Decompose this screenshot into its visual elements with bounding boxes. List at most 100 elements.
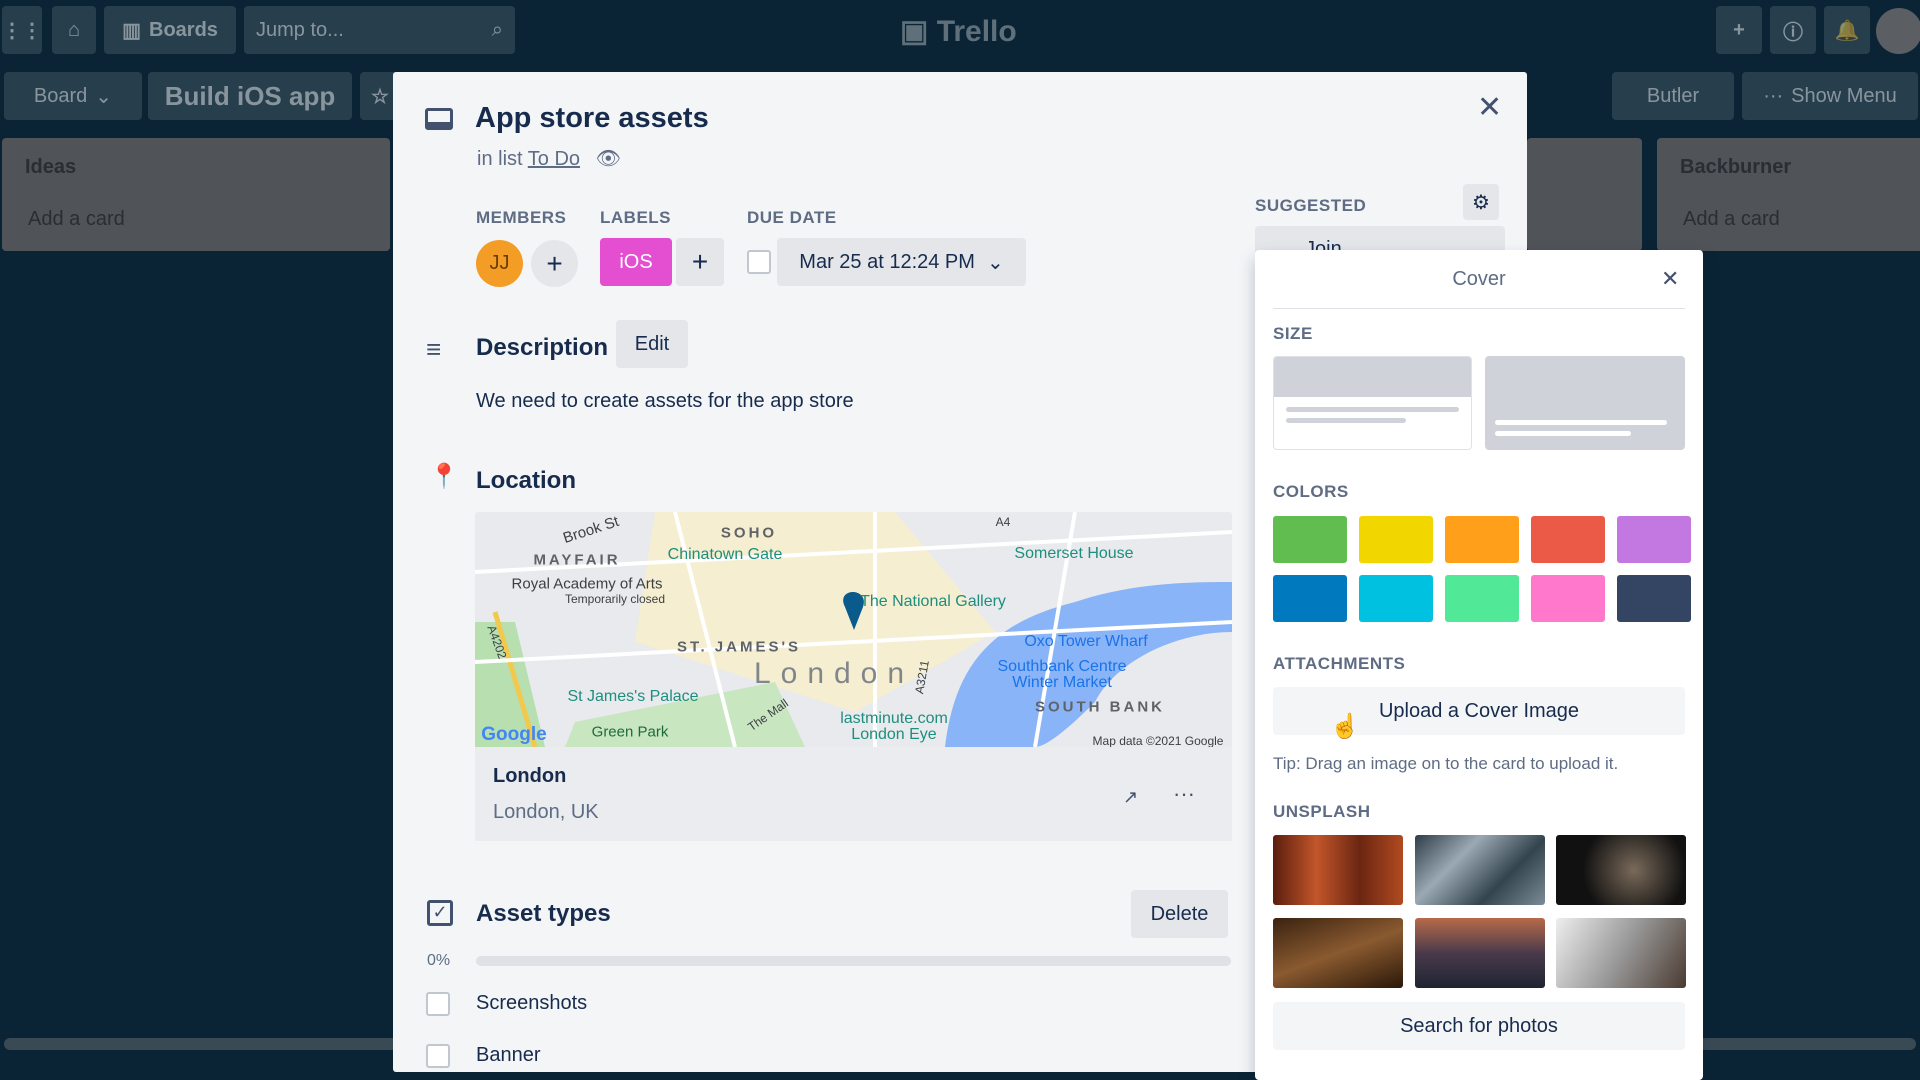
boards-button[interactable]: ▥ Boards bbox=[104, 6, 236, 54]
checklist-item-checkbox[interactable] bbox=[426, 992, 450, 1016]
cover-title: Cover bbox=[1452, 268, 1506, 290]
suggested-label: SUGGESTED bbox=[1255, 196, 1367, 215]
add-card-button[interactable]: Add a card bbox=[1683, 208, 1780, 231]
board-view-label: Board bbox=[33, 84, 88, 107]
board-view-button[interactable]: Board ⌄ bbox=[4, 72, 142, 120]
home-button[interactable]: ⌂ bbox=[52, 6, 96, 54]
location-title: Location bbox=[476, 467, 576, 494]
description-text[interactable]: We need to create assets for the app sto… bbox=[476, 390, 854, 413]
home-icon: ⌂ bbox=[67, 18, 81, 41]
label-ios[interactable]: iOS bbox=[600, 238, 672, 286]
card-icon bbox=[425, 108, 453, 130]
search-icon: ⌕ bbox=[491, 18, 503, 41]
search-placeholder: Jump to... bbox=[256, 18, 344, 41]
search-input[interactable]: Jump to... ⌕ bbox=[244, 6, 515, 54]
list-backburner: Backburner Add a card bbox=[1657, 138, 1920, 251]
notifications-button[interactable]: 🔔 bbox=[1824, 6, 1870, 54]
boards-label: Boards bbox=[149, 18, 218, 41]
checklist-item-checkbox[interactable] bbox=[426, 1044, 450, 1068]
open-external-icon[interactable]: ↗ bbox=[1123, 787, 1138, 808]
chevron-down-icon: ⌄ bbox=[986, 251, 1004, 274]
size-label: SIZE bbox=[1273, 324, 1313, 343]
unsplash-photo[interactable] bbox=[1415, 835, 1545, 905]
location-info[interactable]: London London, UK ↗ ··· bbox=[475, 747, 1232, 841]
list-title: Backburner bbox=[1680, 156, 1792, 178]
member-avatar[interactable]: JJ bbox=[476, 240, 523, 287]
color-swatch[interactable] bbox=[1359, 575, 1433, 622]
add-member-button[interactable]: + bbox=[531, 240, 578, 287]
map-label: MAYFAIR bbox=[533, 551, 621, 569]
map-label: Temporarily closed bbox=[564, 592, 666, 606]
avatar[interactable] bbox=[1876, 8, 1920, 54]
checklist-item[interactable]: Screenshots bbox=[476, 992, 587, 1015]
cover-popover: Cover ✕ SIZE COLORS ATTACHMENTS Upload a… bbox=[1255, 250, 1703, 1080]
description-icon: ≡ bbox=[426, 334, 442, 364]
cover-preview bbox=[1274, 357, 1471, 397]
map[interactable]: Brook St SOHO MAYFAIR Chinatown Gate Roy… bbox=[475, 512, 1232, 747]
create-button[interactable]: + bbox=[1716, 6, 1762, 54]
butler-button[interactable]: Butler bbox=[1612, 72, 1734, 120]
delete-checklist-button[interactable]: Delete bbox=[1131, 890, 1228, 938]
color-swatch[interactable] bbox=[1531, 575, 1605, 622]
unsplash-photo[interactable] bbox=[1273, 835, 1403, 905]
unsplash-photo[interactable] bbox=[1556, 835, 1686, 905]
info-icon: ⓘ bbox=[1783, 21, 1803, 44]
location-name: London bbox=[493, 765, 567, 787]
due-date-value: Mar 25 at 12:24 PM bbox=[799, 250, 975, 273]
list-link[interactable]: To Do bbox=[528, 148, 580, 170]
color-swatch[interactable] bbox=[1273, 516, 1347, 563]
more-options-icon[interactable]: ··· bbox=[1173, 781, 1195, 807]
show-menu-button[interactable]: ··· Show Menu bbox=[1742, 72, 1918, 120]
map-label: A4 bbox=[995, 515, 1011, 529]
color-swatch[interactable] bbox=[1617, 575, 1691, 622]
color-swatch[interactable] bbox=[1531, 516, 1605, 563]
divider bbox=[1273, 308, 1685, 309]
color-swatch[interactable] bbox=[1359, 516, 1433, 563]
search-photos-button[interactable]: Search for photos bbox=[1273, 1002, 1685, 1050]
line bbox=[1495, 431, 1631, 436]
mouse-cursor: ☝ bbox=[1330, 713, 1360, 740]
checklist-progress-bar bbox=[476, 956, 1231, 966]
edit-description-button[interactable]: Edit bbox=[616, 320, 688, 368]
chevron-down-icon: ⌄ bbox=[95, 85, 113, 108]
map-label: London bbox=[753, 657, 915, 690]
color-swatch[interactable] bbox=[1445, 516, 1519, 563]
size-option-full[interactable] bbox=[1485, 356, 1685, 450]
color-swatch[interactable] bbox=[1273, 575, 1347, 622]
list-hidden bbox=[1527, 138, 1642, 251]
add-card-button[interactable]: Add a card bbox=[28, 208, 125, 231]
info-button[interactable]: ⓘ bbox=[1770, 6, 1816, 54]
close-icon[interactable]: ✕ bbox=[1477, 90, 1502, 125]
due-complete-checkbox[interactable] bbox=[747, 250, 771, 274]
line bbox=[1286, 407, 1459, 412]
upload-tip: Tip: Drag an image on to the card to upl… bbox=[1273, 754, 1619, 773]
watch-eye-icon[interactable]: 👁 bbox=[596, 148, 621, 170]
map-label: Chinatown Gate bbox=[667, 546, 783, 563]
unsplash-photo[interactable] bbox=[1556, 918, 1686, 988]
bell-icon: 🔔 bbox=[1834, 19, 1860, 42]
board-name[interactable]: Build iOS app bbox=[148, 72, 352, 120]
color-swatch[interactable] bbox=[1445, 575, 1519, 622]
boards-icon: ▥ bbox=[122, 19, 141, 42]
suggested-settings-button[interactable]: ⚙ bbox=[1463, 184, 1499, 220]
unsplash-photo[interactable] bbox=[1415, 918, 1545, 988]
apps-button[interactable]: ⋮⋮ bbox=[2, 6, 42, 54]
description-title: Description bbox=[476, 334, 609, 361]
close-icon[interactable]: ✕ bbox=[1661, 266, 1679, 292]
map-attribution: Map data ©2021 Google bbox=[1092, 734, 1224, 747]
attachments-label: ATTACHMENTS bbox=[1273, 654, 1406, 673]
checklist-progress-percent: 0% bbox=[427, 952, 451, 969]
unsplash-photo[interactable] bbox=[1273, 918, 1403, 988]
checklist-title: Asset types bbox=[476, 900, 611, 927]
due-date-button[interactable]: Mar 25 at 12:24 PM ⌄ bbox=[777, 238, 1026, 286]
in-list-prefix: in list bbox=[477, 148, 523, 170]
line bbox=[1495, 420, 1667, 425]
show-menu-label: Show Menu bbox=[1791, 84, 1897, 107]
color-swatch[interactable] bbox=[1617, 516, 1691, 563]
list-title: Ideas bbox=[25, 156, 77, 178]
size-option-top[interactable] bbox=[1273, 356, 1472, 450]
add-label-button[interactable]: + bbox=[676, 238, 724, 286]
trello-logo: ▣ Trello bbox=[900, 14, 1017, 49]
card-title[interactable]: App store assets bbox=[475, 102, 709, 135]
list-ideas: Ideas Add a card bbox=[2, 138, 390, 251]
